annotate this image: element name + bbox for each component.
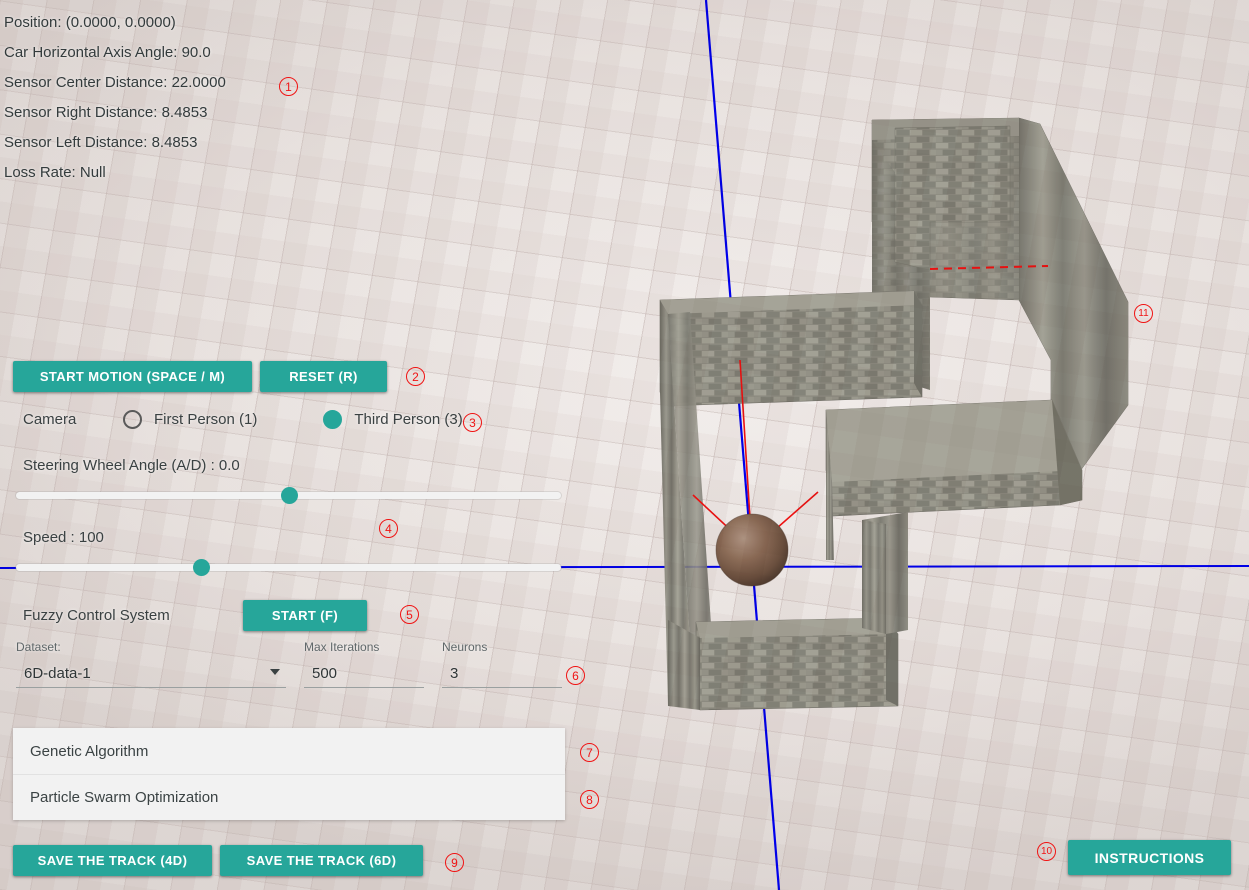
annotation-marker-8: 8 xyxy=(580,790,599,809)
steering-slider-thumb[interactable] xyxy=(281,487,298,504)
radio-third-person-label: Third Person (3) xyxy=(354,411,463,428)
dataset-select[interactable] xyxy=(16,660,286,688)
radio-checked-icon xyxy=(323,410,343,429)
annotation-marker-5: 5 xyxy=(400,605,419,624)
fuzzy-start-button[interactable]: START (F) xyxy=(243,600,367,631)
readout-sensor-right: Sensor Right Distance: 8.4853 xyxy=(4,104,208,121)
training-parameters-row: Dataset: Max Iterations Neurons xyxy=(16,640,562,688)
annotation-marker-10: 10 xyxy=(1037,842,1056,861)
speed-slider-track[interactable] xyxy=(16,564,561,571)
sensor-rays xyxy=(692,359,819,551)
speed-slider-thumb[interactable] xyxy=(193,559,210,576)
dataset-field: Dataset: xyxy=(16,640,286,688)
start-motion-button[interactable]: START MOTION (SPACE / M) xyxy=(13,361,252,392)
save-track-4d-button[interactable]: SAVE THE TRACK (4D) xyxy=(13,845,212,876)
max-iterations-label: Max Iterations xyxy=(304,640,380,654)
maze-walls xyxy=(659,117,1129,711)
neurons-label: Neurons xyxy=(442,640,488,654)
annotation-marker-11: 11 xyxy=(1134,304,1153,323)
readout-sensor-left: Sensor Left Distance: 8.4853 xyxy=(4,134,198,151)
dataset-label: Dataset: xyxy=(16,640,61,654)
readout-car-angle: Car Horizontal Axis Angle: 90.0 xyxy=(4,44,211,61)
readout-position: Position: (0.0000, 0.0000) xyxy=(4,14,176,31)
finish-line xyxy=(929,265,1049,270)
max-iterations-input[interactable] xyxy=(304,660,424,686)
readout-loss-rate: Loss Rate: Null xyxy=(4,164,106,181)
neurons-input[interactable] xyxy=(442,660,562,686)
fuzzy-control-label: Fuzzy Control System xyxy=(23,607,170,624)
save-button-row: SAVE THE TRACK (4D) SAVE THE TRACK (6D) xyxy=(13,845,423,876)
annotation-marker-7: 7 xyxy=(580,743,599,762)
steering-slider-label: Steering Wheel Angle (A/D) : 0.0 xyxy=(23,457,240,474)
neurons-field: Neurons xyxy=(442,640,562,688)
annotation-marker-4: 4 xyxy=(379,519,398,538)
instructions-button[interactable]: INSTRUCTIONS xyxy=(1068,840,1231,875)
radio-third-person[interactable]: Third Person (3) xyxy=(323,410,463,429)
speed-slider-label: Speed : 100 xyxy=(23,529,104,546)
camera-radio-group: Camera First Person (1) Third Person (3) xyxy=(23,410,463,429)
telemetry-readout: Position: (0.0000, 0.0000) Car Horizonta… xyxy=(4,8,424,188)
simulator-window: Position: (0.0000, 0.0000) Car Horizonta… xyxy=(0,0,1249,890)
readout-sensor-center: Sensor Center Distance: 22.0000 xyxy=(4,74,226,91)
max-iterations-field: Max Iterations xyxy=(304,640,424,688)
annotation-marker-6: 6 xyxy=(566,666,585,685)
reset-button[interactable]: RESET (R) xyxy=(260,361,387,392)
motion-button-row: START MOTION (SPACE / M) RESET (R) xyxy=(13,361,387,392)
radio-first-person[interactable]: First Person (1) xyxy=(123,410,257,429)
save-track-6d-button[interactable]: SAVE THE TRACK (6D) xyxy=(220,845,423,876)
list-item-particle-swarm-optimization[interactable]: Particle Swarm Optimization xyxy=(13,774,565,820)
list-item-genetic-algorithm[interactable]: Genetic Algorithm xyxy=(13,728,565,774)
fuzzy-control-row: Fuzzy Control System START (F) xyxy=(23,600,367,631)
radio-first-person-label: First Person (1) xyxy=(154,411,258,428)
annotation-marker-1: 1 xyxy=(279,77,298,96)
algorithm-list: Genetic Algorithm Particle Swarm Optimiz… xyxy=(13,728,565,820)
annotation-marker-2: 2 xyxy=(406,367,425,386)
dataset-value[interactable] xyxy=(16,660,286,686)
annotation-marker-3: 3 xyxy=(463,413,482,432)
annotation-marker-9: 9 xyxy=(445,853,464,872)
camera-label: Camera xyxy=(23,411,77,428)
car-sphere[interactable] xyxy=(715,513,789,589)
radio-unchecked-icon xyxy=(123,410,142,429)
